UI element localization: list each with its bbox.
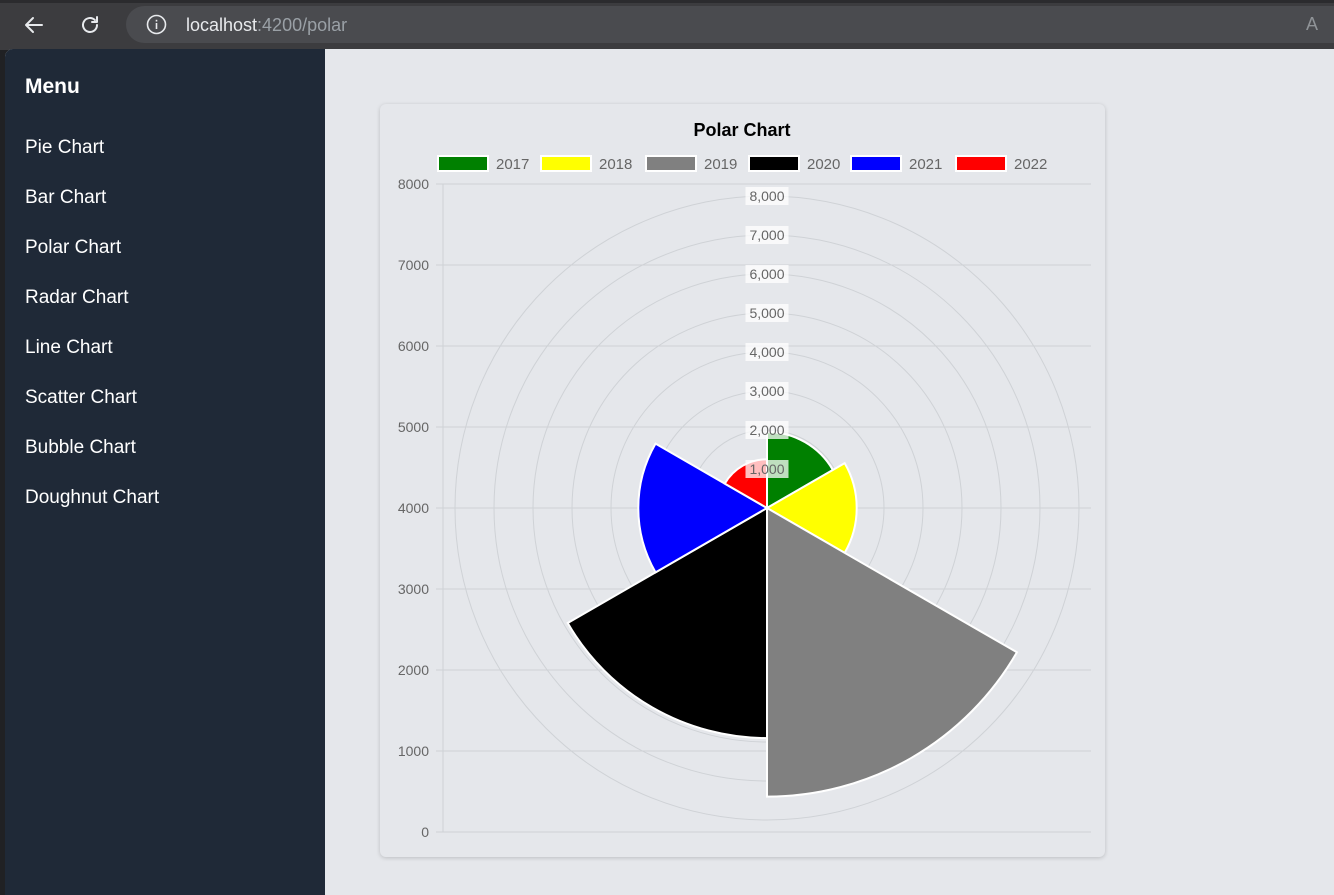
radial-tick-label: 2,000 [749, 422, 784, 438]
browser-toolbar: localhost:4200/polar A [0, 0, 1334, 50]
legend-item-2017: 2017 [437, 155, 529, 173]
url-path: :4200/polar [257, 15, 348, 35]
sidebar: Menu Pie Chart Bar Chart Polar Chart Rad… [5, 49, 325, 895]
radial-tick-label: 3,000 [749, 383, 784, 399]
sidebar-item-bubble-chart[interactable]: Bubble Chart [25, 437, 136, 459]
tab-strip-edge [0, 0, 1334, 3]
legend-item-2022: 2022 [955, 155, 1047, 173]
legend-item-2020: 2020 [748, 155, 840, 173]
menu-title: Menu [25, 75, 80, 98]
y-tick-label-2: 2000 [398, 662, 429, 678]
sidebar-item-scatter-chart[interactable]: Scatter Chart [25, 387, 137, 409]
legend-label-2018: 2018 [599, 156, 632, 173]
radial-tick-label: 8,000 [749, 188, 784, 204]
legend-label-2019: 2019 [704, 156, 737, 173]
sidebar-item-pie-chart[interactable]: Pie Chart [25, 137, 104, 159]
legend-swatch-2019 [645, 155, 697, 172]
url-host: localhost [186, 15, 258, 35]
legend-swatch-2022 [955, 155, 1007, 172]
radial-tick-label: 7,000 [749, 227, 784, 243]
chart-card: 0 1000 2000 3000 4000 5000 6000 7000 8000 1,000 2,… [380, 104, 1105, 857]
y-tick-label-8: 8000 [398, 176, 429, 192]
address-bar[interactable]: localhost:4200/polar A [126, 6, 1334, 43]
radial-tick-label: 4,000 [749, 344, 784, 360]
reload-icon[interactable] [76, 11, 104, 39]
radial-tick-3: 3,000 [745, 382, 789, 400]
legend-label-2020: 2020 [807, 156, 840, 173]
y-tick-label-3: 3000 [398, 581, 429, 597]
site-info-icon[interactable] [146, 14, 167, 35]
sidebar-item-line-chart[interactable]: Line Chart [25, 337, 113, 359]
legend-label-2021: 2021 [909, 156, 942, 173]
legend-label-2022: 2022 [1014, 156, 1047, 173]
radial-tick-label: 1,000 [749, 461, 784, 477]
y-tick-label-0: 0 [421, 824, 429, 840]
url-text[interactable]: localhost:4200/polar [186, 15, 347, 36]
legend-item-2019: 2019 [645, 155, 737, 173]
sidebar-item-bar-chart[interactable]: Bar Chart [25, 187, 106, 209]
radial-tick-8: 8,000 [745, 187, 789, 205]
legend-label-2017: 2017 [496, 156, 529, 173]
legend-swatch-2018 [540, 155, 592, 172]
sidebar-item-radar-chart[interactable]: Radar Chart [25, 287, 129, 309]
radial-tick-6: 6,000 [745, 265, 789, 283]
radial-tick-4: 4,000 [745, 343, 789, 361]
y-tick-label-1: 1000 [398, 743, 429, 759]
radial-tick-1: 1,000 [745, 460, 789, 478]
radial-tick-2: 2,000 [745, 421, 789, 439]
chart-title: Polar Chart [693, 120, 790, 140]
y-tick-label-7: 7000 [398, 257, 429, 273]
radial-tick-7: 7,000 [745, 226, 789, 244]
radial-tick-5: 5,000 [745, 304, 789, 322]
y-tick-label-4: 4000 [398, 500, 429, 516]
radial-tick-label: 6,000 [749, 266, 784, 282]
back-icon[interactable] [20, 11, 48, 39]
y-tick-label-5: 5000 [398, 419, 429, 435]
polar-segment-2019 [766, 506, 1019, 798]
y-tick-label-6: 6000 [398, 338, 429, 354]
legend-swatch-2021 [850, 155, 902, 172]
radial-tick-label: 5,000 [749, 305, 784, 321]
legend-swatch-2020 [748, 155, 800, 172]
legend-swatch-2017 [437, 155, 489, 172]
font-size-icon[interactable]: A [1306, 14, 1318, 35]
legend-item-2021: 2021 [850, 155, 942, 173]
polar-chart: 0 1000 2000 3000 4000 5000 6000 7000 8000 1,000 2,… [398, 120, 1091, 840]
sidebar-item-polar-chart[interactable]: Polar Chart [25, 237, 121, 259]
app-window: Menu Pie Chart Bar Chart Polar Chart Rad… [5, 49, 1334, 895]
sidebar-item-doughnut-chart[interactable]: Doughnut Chart [25, 487, 159, 509]
legend-item-2018: 2018 [540, 155, 632, 173]
